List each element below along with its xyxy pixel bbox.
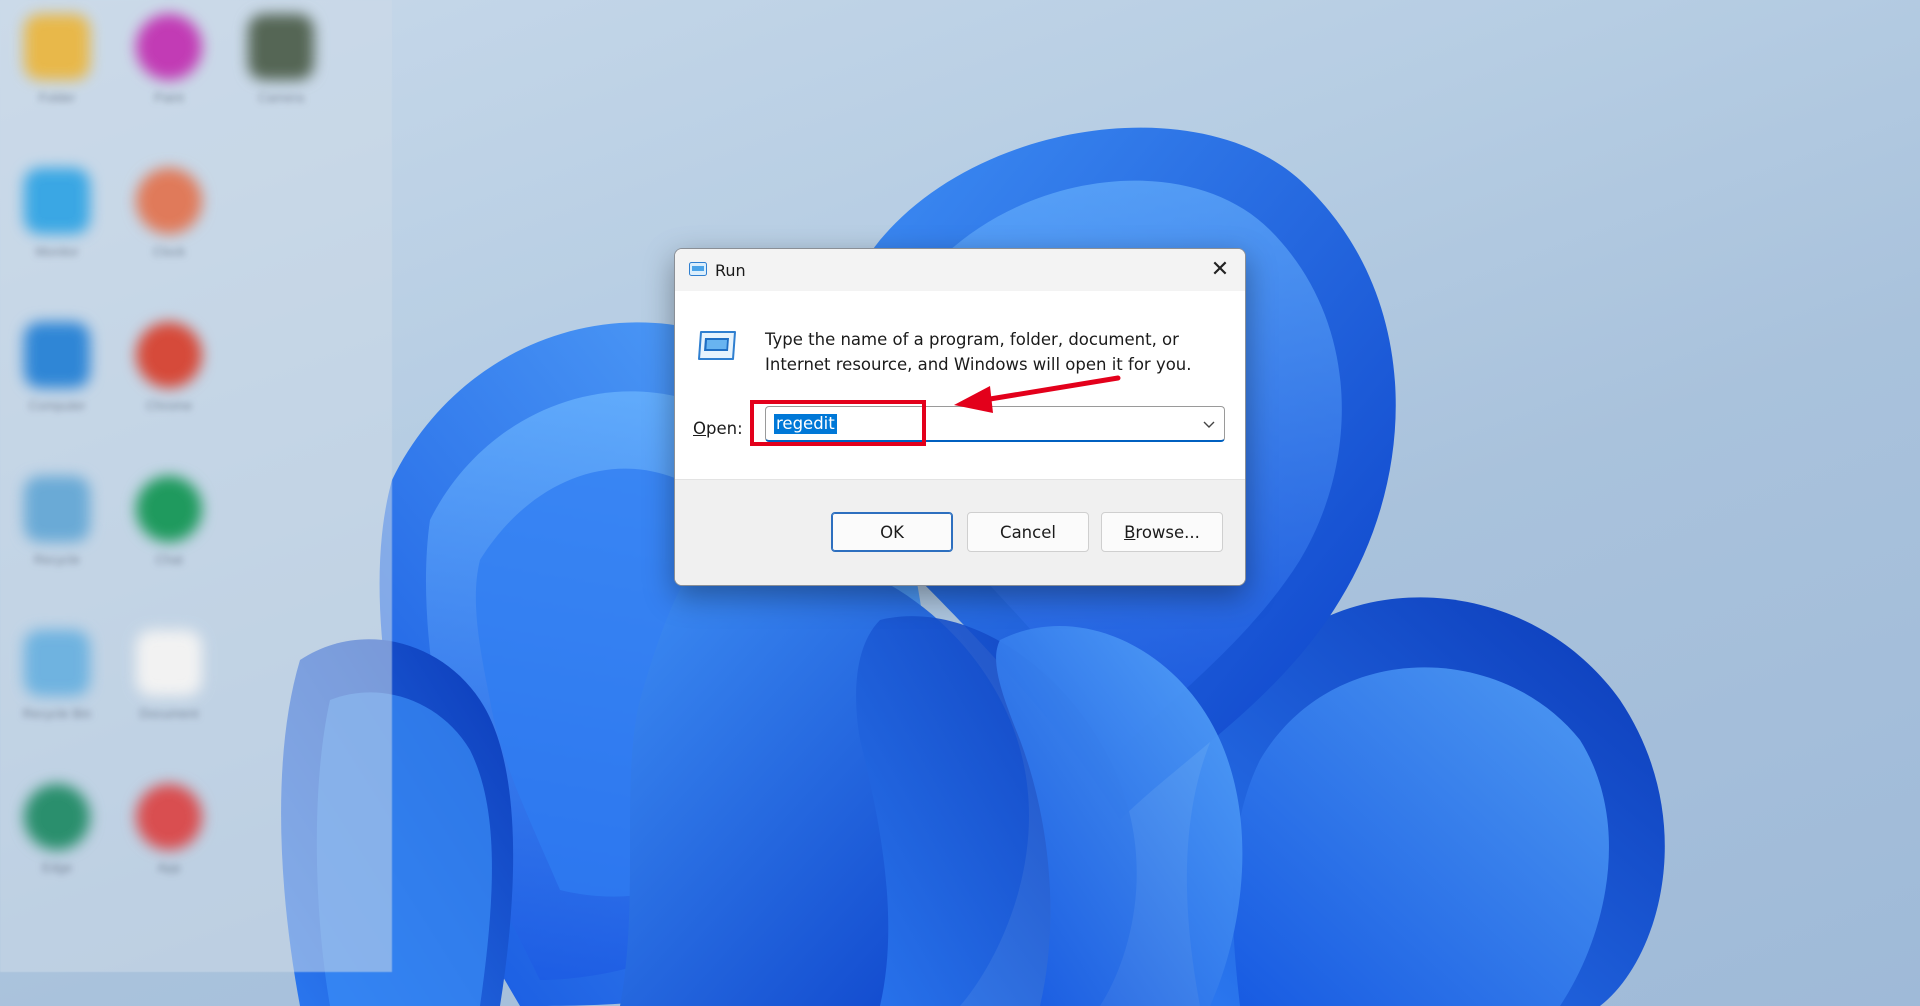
browse-accelerator: B (1124, 522, 1136, 542)
desktop-icon[interactable]: App (114, 774, 224, 894)
open-label-accelerator: O (693, 419, 706, 438)
desktop-icon[interactable]: Chat (114, 466, 224, 586)
paint-icon (136, 14, 202, 80)
close-button[interactable]: ✕ (1195, 249, 1245, 291)
desktop-icon[interactable]: Camera (226, 4, 336, 124)
desktop-icon[interactable]: Paint (114, 4, 224, 124)
desktop-icon-label: Recycle Bin (22, 706, 92, 721)
app-icon (136, 784, 202, 850)
desktop: Folder Paint Camera Monitor Clock Comput… (0, 0, 1920, 1006)
desktop-icon-label: Computer (28, 398, 86, 413)
open-label: Open: (693, 419, 743, 438)
folder-icon (24, 14, 90, 80)
desktop-icon[interactable]: Clock (114, 158, 224, 278)
desktop-icon[interactable]: Recycle (2, 466, 112, 586)
monitor-icon (24, 168, 90, 234)
desktop-icon-label: Clock (152, 244, 186, 259)
clock-icon (136, 168, 202, 234)
cancel-button[interactable]: Cancel (967, 512, 1089, 552)
title-bar[interactable]: Run ✕ (675, 249, 1245, 291)
browse-label: rowse... (1135, 522, 1200, 542)
desktop-icon[interactable]: Recycle Bin (2, 620, 112, 740)
run-program-icon (698, 331, 736, 360)
desktop-icon-label: Chat (155, 552, 183, 567)
desktop-icon-label: Document (139, 706, 199, 721)
desktop-icon[interactable]: Document (114, 620, 224, 740)
chrome-icon (136, 322, 202, 388)
annotation-highlight-box (750, 400, 926, 446)
desktop-icon-label: Paint (154, 90, 184, 105)
dialog-body: Type the name of a program, folder, docu… (675, 291, 1245, 479)
desktop-icon-label: Edge (41, 860, 73, 875)
dialog-footer: OK Cancel Browse... (675, 479, 1245, 585)
desktop-icon[interactable]: Edge (2, 774, 112, 894)
chevron-down-icon[interactable] (1200, 415, 1218, 433)
desktop-icon[interactable]: Computer (2, 312, 112, 432)
recycle-icon (24, 476, 90, 542)
desktop-icon-label: Monitor (35, 244, 79, 259)
desktop-icon-label: Recycle (33, 552, 81, 567)
close-icon: ✕ (1210, 257, 1230, 282)
camera-icon (248, 14, 314, 80)
run-icon (689, 262, 707, 276)
desktop-icon[interactable]: Monitor (2, 158, 112, 278)
desktop-icon-panel: Folder Paint Camera Monitor Clock Comput… (0, 0, 392, 972)
open-label-text: pen: (706, 419, 743, 438)
desktop-icon[interactable]: Chrome (114, 312, 224, 432)
desktop-icon-label: Folder (38, 90, 76, 105)
edge-icon (24, 784, 90, 850)
desktop-icon-label: Chrome (145, 398, 193, 413)
dialog-description: Type the name of a program, folder, docu… (765, 330, 1192, 374)
recycle-bin-icon (24, 630, 90, 696)
chat-icon (136, 476, 202, 542)
desktop-icon[interactable]: Folder (2, 4, 112, 124)
document-icon (136, 630, 202, 696)
ok-button[interactable]: OK (831, 512, 953, 552)
desktop-icon-label: Camera (257, 90, 305, 105)
browse-button[interactable]: Browse... (1101, 512, 1223, 552)
computer-icon (24, 322, 90, 388)
desktop-icon-label: App (157, 860, 181, 875)
dialog-title: Run (715, 261, 746, 280)
